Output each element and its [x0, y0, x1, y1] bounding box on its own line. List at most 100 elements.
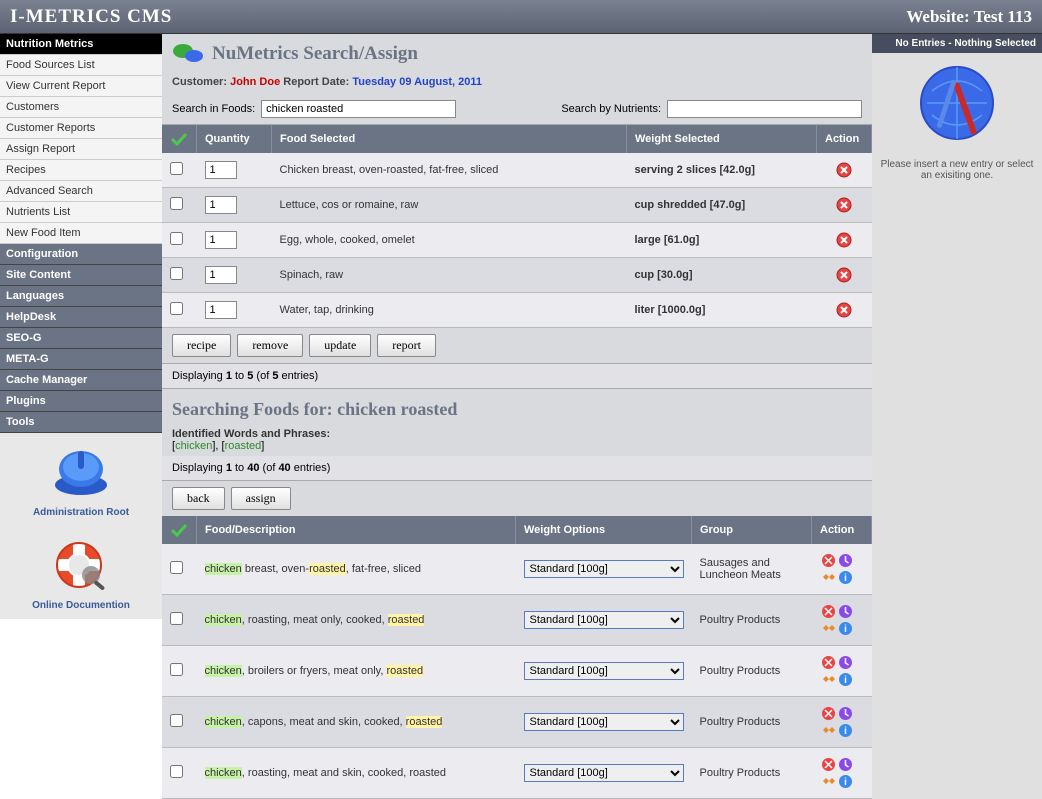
- weight-selected: liter [1000.0g]: [627, 293, 817, 328]
- recipe-button[interactable]: recipe: [172, 334, 231, 357]
- table1-status: Displaying 1 to 5 (of 5 entries): [162, 363, 872, 389]
- col-weight-options: Weight Options: [516, 516, 692, 544]
- table-row: Water, tap, drinkingliter [1000.0g]: [162, 293, 872, 328]
- remove-button[interactable]: remove: [237, 334, 303, 357]
- row-checkbox[interactable]: [170, 232, 183, 245]
- search-foods-input[interactable]: [261, 100, 456, 118]
- sidebar-item[interactable]: Recipes: [0, 160, 162, 181]
- sidebar-section-header[interactable]: Tools: [0, 412, 162, 433]
- delete-icon[interactable]: [836, 234, 852, 246]
- weight-select[interactable]: Standard [100g]: [524, 560, 684, 578]
- report-button[interactable]: report: [377, 334, 436, 357]
- svg-text:i: i: [844, 675, 847, 686]
- weight-select[interactable]: Standard [100g]: [524, 611, 684, 629]
- sidebar: Nutrition MetricsFood Sources ListView C…: [0, 34, 162, 799]
- food-group: Sausages and Luncheon Meats: [692, 544, 812, 595]
- weight-selected: large [61.0g]: [627, 223, 817, 258]
- row-checkbox[interactable]: [170, 663, 183, 676]
- right-panel: No Entries - Nothing Selected Please ins…: [872, 34, 1042, 799]
- delete-icon[interactable]: [836, 269, 852, 281]
- main-content: NuMetrics Search/Assign Customer: John D…: [162, 34, 872, 799]
- back-button[interactable]: back: [172, 487, 225, 510]
- food-group: Poultry Products: [692, 595, 812, 646]
- row-checkbox[interactable]: [170, 561, 183, 574]
- tools-globe-icon: [912, 61, 1002, 151]
- food-group: Poultry Products: [692, 646, 812, 697]
- customer-info-row: Customer: John Doe Report Date: Tuesday …: [162, 74, 872, 94]
- row-actions[interactable]: i: [812, 697, 872, 748]
- sidebar-section-header[interactable]: Configuration: [0, 244, 162, 265]
- weight-selected: cup shredded [47.0g]: [627, 188, 817, 223]
- delete-icon[interactable]: [836, 304, 852, 316]
- weight-select[interactable]: Standard [100g]: [524, 662, 684, 680]
- weight-selected: cup [30.0g]: [627, 258, 817, 293]
- row-actions[interactable]: i: [812, 544, 872, 595]
- food-group: Poultry Products: [692, 697, 812, 748]
- sidebar-item[interactable]: Assign Report: [0, 139, 162, 160]
- col-action2: Action: [812, 516, 872, 544]
- food-description: chicken breast, oven-roasted, fat-free, …: [197, 544, 516, 595]
- sidebar-section-header[interactable]: Cache Manager: [0, 370, 162, 391]
- weight-select[interactable]: Standard [100g]: [524, 764, 684, 782]
- row-checkbox[interactable]: [170, 197, 183, 210]
- table2-status: Displaying 1 to 40 (of 40 entries): [162, 456, 872, 481]
- sidebar-section-header[interactable]: Plugins: [0, 391, 162, 412]
- search-nutrients-input[interactable]: [667, 100, 862, 118]
- search-nutrients-label: Search by Nutrients:: [561, 103, 661, 115]
- assign-button[interactable]: assign: [231, 487, 291, 510]
- right-panel-header: No Entries - Nothing Selected: [872, 34, 1042, 53]
- check-icon: [170, 522, 188, 538]
- sidebar-item[interactable]: Advanced Search: [0, 181, 162, 202]
- col-food-desc: Food/Description: [197, 516, 516, 544]
- quantity-input[interactable]: [205, 266, 237, 284]
- update-button[interactable]: update: [309, 334, 371, 357]
- customer-name: John Doe: [230, 76, 280, 88]
- row-checkbox[interactable]: [170, 267, 183, 280]
- row-checkbox[interactable]: [170, 765, 183, 778]
- col-food: Food Selected: [272, 125, 627, 153]
- sidebar-item[interactable]: Customer Reports: [0, 118, 162, 139]
- weight-selected: serving 2 slices [42.0g]: [627, 153, 817, 188]
- sidebar-item[interactable]: View Current Report: [0, 76, 162, 97]
- search-results-table: Food/Description Weight Options Group Ac…: [162, 516, 872, 799]
- report-date: Tuesday 09 August, 2011: [352, 76, 482, 88]
- right-panel-message: Please insert a new entry or select an e…: [880, 159, 1034, 181]
- quantity-input[interactable]: [205, 231, 237, 249]
- sidebar-section-header[interactable]: Site Content: [0, 265, 162, 286]
- sidebar-item[interactable]: Nutrition Metrics: [0, 34, 162, 55]
- quantity-input[interactable]: [205, 196, 237, 214]
- sidebar-section-header[interactable]: Languages: [0, 286, 162, 307]
- row-checkbox[interactable]: [170, 714, 183, 727]
- row-checkbox[interactable]: [170, 162, 183, 175]
- row-checkbox[interactable]: [170, 302, 183, 315]
- online-doc-block[interactable]: Online Documention: [0, 526, 162, 619]
- lifebuoy-icon: [51, 540, 111, 590]
- row-actions[interactable]: i: [812, 646, 872, 697]
- admin-root-block[interactable]: Administration Root: [0, 433, 162, 526]
- svg-text:i: i: [844, 777, 847, 788]
- sidebar-section-header[interactable]: HelpDesk: [0, 307, 162, 328]
- sidebar-item[interactable]: Food Sources List: [0, 55, 162, 76]
- sidebar-item[interactable]: Customers: [0, 97, 162, 118]
- quantity-input[interactable]: [205, 301, 237, 319]
- sidebar-section-header[interactable]: SEO-G: [0, 328, 162, 349]
- svg-text:i: i: [844, 726, 847, 737]
- selected-foods-table: Quantity Food Selected Weight Selected A…: [162, 125, 872, 328]
- row-checkbox[interactable]: [170, 612, 183, 625]
- row-actions[interactable]: i: [812, 748, 872, 799]
- sidebar-section-header[interactable]: META-G: [0, 349, 162, 370]
- sidebar-item[interactable]: New Food Item: [0, 223, 162, 244]
- table-row: Lettuce, cos or romaine, rawcup shredded…: [162, 188, 872, 223]
- table-row: chicken, roasting, meat only, cooked, ro…: [162, 595, 872, 646]
- sidebar-item[interactable]: Nutrients List: [0, 202, 162, 223]
- quantity-input[interactable]: [205, 161, 237, 179]
- identified-word-1: chicken: [175, 440, 212, 452]
- weight-select[interactable]: Standard [100g]: [524, 713, 684, 731]
- table-row: chicken, capons, meat and skin, cooked, …: [162, 697, 872, 748]
- svg-text:i: i: [844, 573, 847, 584]
- row-actions[interactable]: i: [812, 595, 872, 646]
- food-name: Chicken breast, oven-roasted, fat-free, …: [272, 153, 627, 188]
- delete-icon[interactable]: [836, 164, 852, 176]
- search-results-title: Searching Foods for: chicken roasted: [162, 389, 872, 426]
- delete-icon[interactable]: [836, 199, 852, 211]
